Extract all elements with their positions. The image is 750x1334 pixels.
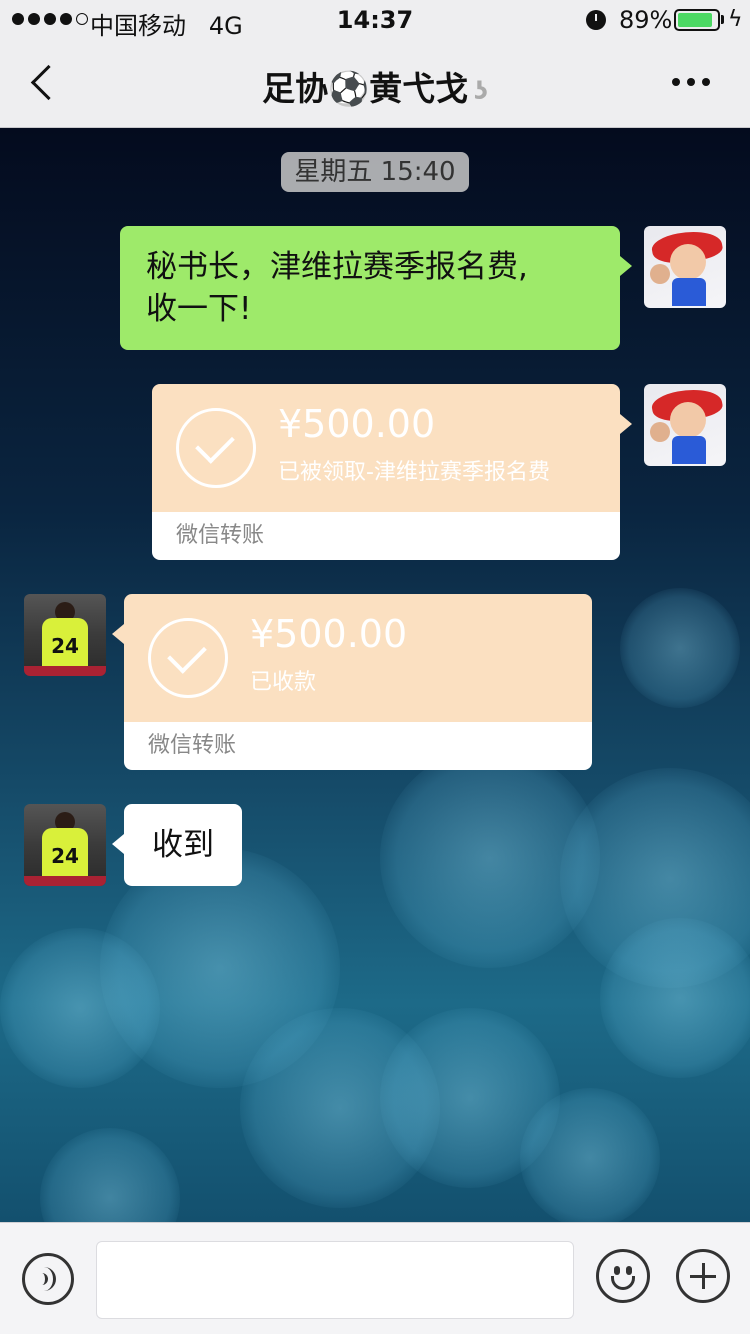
battery-icon — [674, 9, 720, 31]
check-circle-icon — [176, 408, 256, 488]
message-bubble[interactable]: 秘书长，津维拉赛季报名费, 收一下! — [120, 226, 632, 350]
message-input[interactable] — [96, 1241, 574, 1319]
chat-title: 足协⚽黄弋戈 ʖ — [0, 62, 750, 110]
message-text: 收一下! — [146, 291, 252, 327]
transfer-note: 已收款 — [250, 670, 317, 695]
voice-input-button[interactable] — [22, 1253, 74, 1305]
bubble-tail — [620, 414, 632, 434]
avatar[interactable] — [644, 384, 726, 466]
transfer-note: 已被领取-津维拉赛季报名费 — [278, 460, 550, 485]
bubble-tail — [112, 624, 124, 644]
more-actions-button[interactable] — [676, 1249, 730, 1303]
charging-icon: ϟ — [728, 7, 743, 32]
ear-icon: ʖ — [474, 76, 488, 105]
transfer-footer: 微信转账 — [124, 722, 592, 770]
transfer-card-top: ¥500.00 已收款 — [124, 594, 592, 722]
transfer-amount: ¥500.00 — [278, 402, 436, 446]
emoji-button[interactable] — [596, 1249, 650, 1303]
top-bar: 中国移动 4G 14:37 89% ϟ 足协⚽黄弋戈 ʖ — [0, 0, 750, 128]
battery-percent: 89% — [619, 6, 673, 34]
alarm-icon — [586, 10, 606, 30]
battery-tip — [721, 15, 724, 24]
chat-area[interactable]: 星期五 15:40 秘书长，津维拉赛季报名费, 收一下! ¥500.00 已被领… — [0, 128, 750, 1222]
jersey-number: 24 — [51, 634, 79, 658]
avatar[interactable]: 24 — [24, 804, 106, 886]
transfer-amount: ¥500.00 — [250, 612, 408, 656]
transfer-card-top: ¥500.00 已被领取-津维拉赛季报名费 — [152, 384, 620, 512]
avatar[interactable]: 24 — [24, 594, 106, 676]
avatar[interactable] — [644, 226, 726, 308]
input-bar — [0, 1222, 750, 1334]
chat-timestamp: 星期五 15:40 — [281, 152, 469, 192]
nav-bar: 足协⚽黄弋戈 ʖ — [0, 40, 750, 128]
jersey-number: 24 — [51, 844, 79, 868]
check-circle-icon — [148, 618, 228, 698]
message-bubble[interactable]: 收到 — [112, 804, 242, 886]
transfer-footer: 微信转账 — [152, 512, 620, 560]
status-bar: 中国移动 4G 14:37 89% ϟ — [0, 0, 750, 40]
transfer-card[interactable]: ¥500.00 已收款 微信转账 — [124, 594, 592, 770]
chat-title-text: 足协⚽黄弋戈 — [262, 69, 469, 108]
transfer-card[interactable]: ¥500.00 已被领取-津维拉赛季报名费 微信转账 — [152, 384, 620, 560]
message-text: 秘书长，津维拉赛季报名费, — [146, 249, 528, 285]
more-button[interactable] — [672, 78, 710, 86]
message-text: 收到 — [152, 827, 214, 863]
